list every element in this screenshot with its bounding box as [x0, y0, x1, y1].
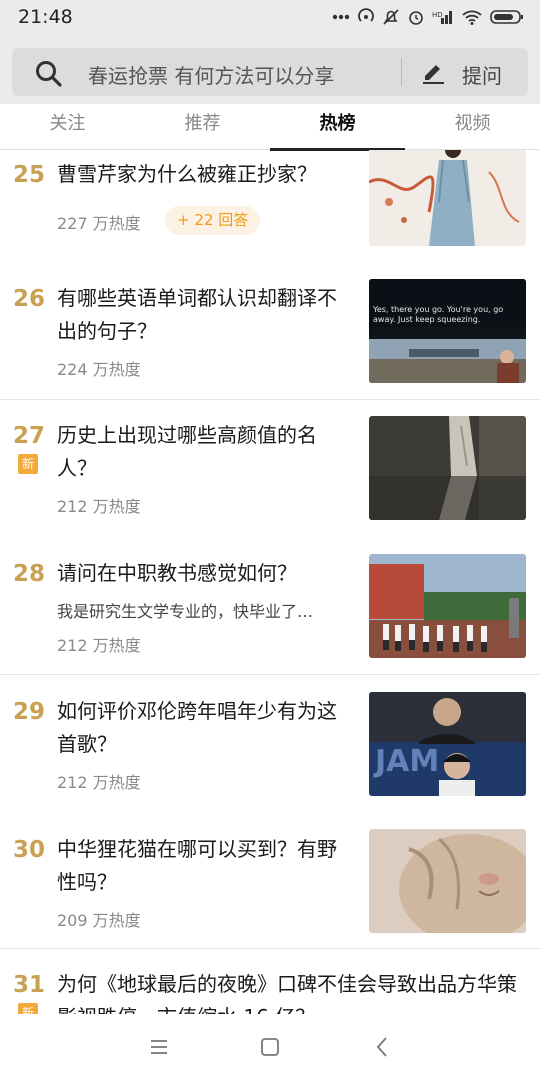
- pencil-icon[interactable]: [420, 59, 446, 85]
- mute-icon: [382, 8, 400, 26]
- home-icon[interactable]: [257, 1034, 283, 1060]
- rank-number: 26: [12, 286, 45, 312]
- separator: [0, 948, 540, 949]
- status-time: 21:48: [18, 6, 73, 28]
- heat-count: 209 万热度: [57, 911, 141, 930]
- rank-number: 29: [12, 699, 45, 725]
- question-thumbnail[interactable]: [369, 150, 526, 246]
- search-placeholder[interactable]: 春运抢票 有何方法可以分享: [88, 60, 334, 89]
- question-title[interactable]: 中华狸花猫在哪可以买到？有野性吗？: [57, 833, 355, 899]
- top-tabs: 关注 推荐 热榜 视频: [0, 104, 540, 151]
- tab-hot-list[interactable]: 热榜: [270, 104, 405, 151]
- question-thumbnail[interactable]: [369, 416, 526, 520]
- question-title[interactable]: 历史上出现过哪些高颜值的名人？: [57, 419, 355, 485]
- wifi-icon: [461, 8, 483, 26]
- new-badge: 新: [18, 454, 38, 474]
- status-icons: HD: [332, 8, 524, 26]
- search-icon: [34, 59, 62, 87]
- question-title[interactable]: 请问在中职教书感觉如何？: [57, 557, 355, 590]
- question-thumbnail[interactable]: [369, 554, 526, 658]
- tab-video[interactable]: 视频: [405, 104, 540, 150]
- question-title[interactable]: 曹雪芹家为什么被雍正抄家？: [57, 158, 355, 191]
- separator: [0, 674, 540, 675]
- system-nav-bar: [0, 1014, 540, 1080]
- heat-count: 212 万热度: [57, 636, 141, 655]
- search-box[interactable]: 春运抢票 有何方法可以分享 提问: [12, 48, 528, 96]
- question-thumbnail[interactable]: [369, 829, 526, 933]
- answers-badge: + 22 回答: [165, 206, 261, 235]
- heat-count: 224 万热度: [57, 360, 141, 379]
- separator: [0, 399, 540, 400]
- hot-list-feed: 25 曹雪芹家为什么被雍正抄家？ 227 万热度 + 22 回答 26 有哪些英…: [0, 150, 540, 1014]
- thumbnail-caption: JAM: [375, 744, 440, 779]
- back-icon[interactable]: [370, 1034, 396, 1060]
- answer-excerpt[interactable]: 我是研究生文学专业的，快毕业了…: [57, 598, 357, 622]
- rank-number: 31: [12, 972, 45, 998]
- hd-signal-icon: HD: [432, 8, 454, 26]
- menu-icon[interactable]: [146, 1034, 172, 1060]
- new-badge: 新: [18, 1003, 38, 1014]
- search-bar-row: 春运抢票 有何方法可以分享 提问: [0, 36, 540, 104]
- rank-number: 28: [12, 561, 45, 587]
- rank-number: 27: [12, 423, 45, 449]
- question-title[interactable]: 有哪些英语单词都认识却翻译不出的句子？: [57, 282, 355, 348]
- tab-following[interactable]: 关注: [0, 104, 135, 150]
- rank-number: 30: [12, 837, 45, 863]
- question-title[interactable]: 如何评价邓伦跨年唱年少有为这首歌？: [57, 695, 355, 761]
- question-title[interactable]: 为何《地球最后的夜晚》口碑不佳会导致出品方华策影视跌停，市值缩水 16 亿？: [57, 968, 527, 1014]
- status-bar: 21:48 HD: [0, 0, 540, 36]
- rank-number: 25: [12, 162, 45, 188]
- question-thumbnail[interactable]: Yes, there you go. You're you, go away. …: [369, 279, 526, 383]
- tab-recommended[interactable]: 推荐: [135, 104, 270, 150]
- heat-count: 227 万热度: [57, 214, 141, 233]
- more-dots-icon: [332, 14, 350, 20]
- heat-count: 212 万热度: [57, 497, 141, 516]
- thumbnail-caption: Yes, there you go. You're you, go away. …: [373, 305, 504, 324]
- alarm-icon: [407, 8, 425, 26]
- svg-text:HD: HD: [432, 11, 443, 19]
- hotspot-icon: [357, 8, 375, 26]
- ask-question-button[interactable]: 提问: [462, 60, 502, 89]
- battery-icon: [490, 8, 524, 26]
- heat-count: 212 万热度: [57, 773, 141, 792]
- search-divider: [401, 58, 402, 86]
- question-thumbnail[interactable]: JAM: [369, 692, 526, 796]
